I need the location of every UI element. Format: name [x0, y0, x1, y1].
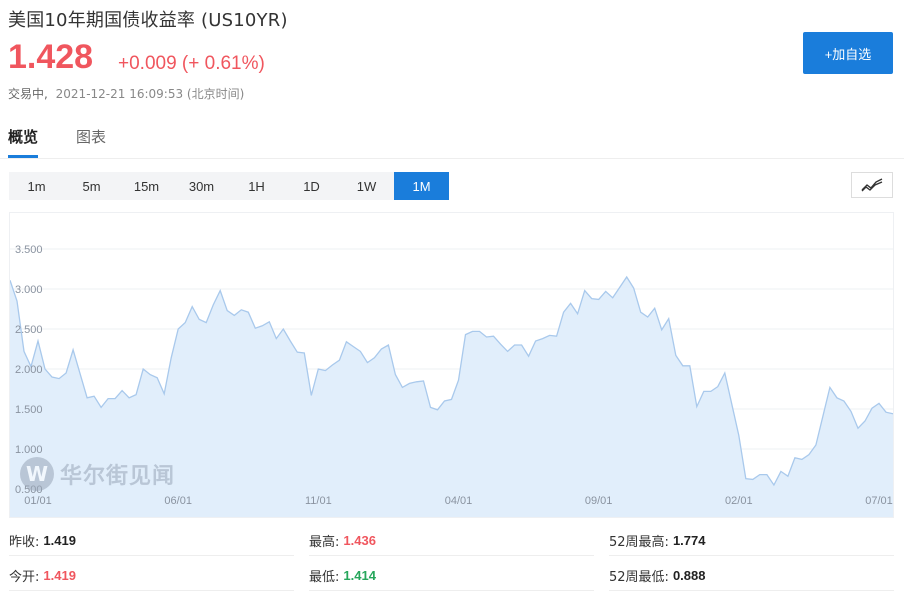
tab-chart[interactable]: 图表 [76, 126, 106, 158]
range-button-1h[interactable]: 1H [229, 172, 284, 200]
x-tick-label: 02/01 [725, 495, 753, 507]
range-button-1d[interactable]: 1D [284, 172, 339, 200]
range-button-15m[interactable]: 15m [119, 172, 174, 200]
stat-high: 最高: 1.436 [309, 526, 594, 556]
x-tick-label: 01/01 [24, 495, 52, 507]
stat-prev-close: 昨收: 1.419 [9, 526, 294, 556]
x-tick-label: 07/01 [865, 495, 893, 507]
time-range-selector: 1m 5m 15m 30m 1H 1D 1W 1M [9, 172, 449, 200]
trade-status-row: 交易中, 2021-12-21 16:09:53 (北京时间) [8, 85, 244, 102]
x-tick-label: 04/01 [445, 495, 473, 507]
stat-52w-low: 52周最低: 0.888 [609, 561, 894, 591]
tabs-divider [0, 158, 904, 159]
line-chart-icon [861, 178, 883, 192]
stat-label: 今开: [9, 570, 40, 585]
stat-label: 最高: [309, 535, 340, 550]
y-tick-label: 2.000 [15, 364, 43, 376]
timestamp: 2021-12-21 16:09:53 (北京时间) [55, 87, 245, 101]
stat-label: 昨收: [9, 535, 40, 550]
range-button-1m[interactable]: 1m [9, 172, 64, 200]
y-tick-label: 3.500 [15, 244, 43, 256]
chart-type-button[interactable] [851, 172, 893, 198]
stat-label: 最低: [309, 570, 340, 585]
stat-open: 今开: 1.419 [9, 561, 294, 591]
stat-value: 0.888 [672, 568, 706, 583]
trade-status: 交易中, [8, 87, 48, 101]
watermark-text: 华尔街见闻 [60, 463, 176, 489]
stat-low: 最低: 1.414 [309, 561, 594, 591]
stat-label: 52周最低: [609, 570, 669, 585]
watermark: W 华尔街见闻 [20, 457, 175, 491]
add-watchlist-button[interactable]: +加自选 [803, 32, 893, 74]
y-tick-label: 1.500 [15, 404, 43, 416]
stat-value: 1.774 [672, 533, 706, 548]
y-tick-label: 3.000 [15, 284, 43, 296]
stat-value: 1.419 [43, 568, 76, 583]
range-button-1mo[interactable]: 1M [394, 172, 449, 200]
tab-bar: 概览 图表 [8, 126, 106, 158]
yield-chart[interactable]: 3.500 3.000 2.500 2.000 1.500 1.000 0.500 01/01… [9, 212, 894, 518]
x-tick-label: 09/01 [585, 495, 613, 507]
tab-overview[interactable]: 概览 [8, 126, 39, 158]
watermark-logo-icon: W [20, 457, 54, 491]
x-tick-label: 06/01 [164, 495, 192, 507]
range-button-30m[interactable]: 30m [174, 172, 229, 200]
stat-value: 1.436 [343, 533, 376, 548]
price-change: +0.009 (+ 0.61%) [118, 53, 265, 74]
range-button-5m[interactable]: 5m [64, 172, 119, 200]
range-button-1w[interactable]: 1W [339, 172, 394, 200]
page-title: 美国10年期国债收益率 (US10YR) [8, 10, 288, 31]
y-tick-label: 1.000 [15, 444, 43, 456]
stat-52w-high: 52周最高: 1.774 [609, 526, 894, 556]
current-price: 1.428 [8, 38, 94, 76]
stat-label: 52周最高: [609, 535, 669, 550]
stat-value: 1.419 [43, 533, 76, 548]
x-tick-label: 11/01 [305, 495, 332, 507]
y-tick-label: 2.500 [15, 324, 43, 336]
stat-value: 1.414 [343, 568, 376, 583]
